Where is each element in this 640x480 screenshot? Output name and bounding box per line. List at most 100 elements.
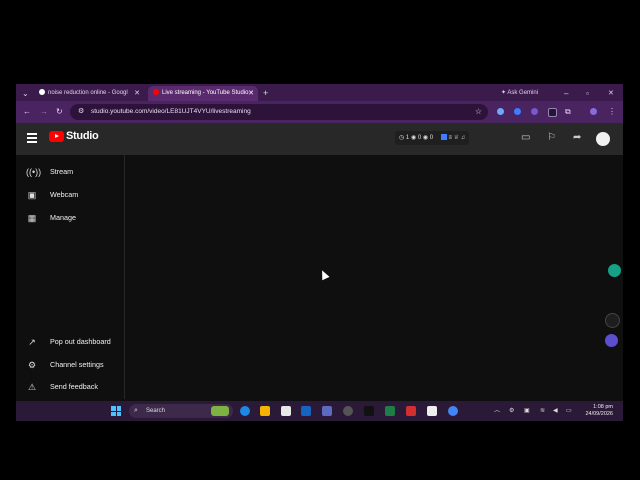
tab-close-icon[interactable]: ✕ (134, 86, 140, 101)
volume-icon[interactable]: ◀ (553, 404, 558, 418)
settings-app-icon[interactable] (343, 406, 353, 416)
profile-avatar-icon[interactable] (590, 108, 597, 115)
tiktok-icon[interactable] (364, 406, 374, 416)
taskbar-clock[interactable]: 1:08 pm 24/09/2026 (583, 404, 613, 418)
sidebar-item-label: Stream (50, 167, 74, 176)
tab-title: noise reduction online - Googl (48, 90, 128, 96)
google-favicon-icon (39, 89, 45, 96)
tab-search-chevron-icon[interactable]: ⌄ (22, 86, 29, 101)
bookmark-icon[interactable]: ⚐ (547, 131, 556, 145)
sidebar-item-stream[interactable]: ((•)) Stream (16, 163, 124, 181)
wps-icon[interactable] (406, 406, 416, 416)
search-placeholder: Search (146, 408, 166, 414)
sidebar-item-send-feedback[interactable]: ⚠ Send feedback (16, 378, 124, 396)
tray-chevron-icon[interactable]: ︿ (494, 404, 500, 418)
edge-icon[interactable] (240, 406, 250, 416)
channel-avatar[interactable] (596, 132, 610, 146)
tools-widget-icon[interactable] (605, 313, 620, 328)
extension-icon[interactable] (514, 108, 521, 115)
site-info-icon[interactable]: ⚙ (78, 104, 84, 120)
broadcast-icon: ((•)) (26, 167, 42, 177)
url-text: studio.youtube.com/video/LE81UJT4VYU/liv… (91, 108, 251, 115)
mail-icon[interactable] (301, 406, 311, 416)
browser-window: ⌄ noise reduction online - Googl ✕ Live … (16, 84, 623, 421)
bookmark-star-icon[interactable]: ☆ (475, 104, 482, 120)
tray-icon[interactable]: ⚙ (509, 404, 514, 418)
clock-date: 24/09/2026 (585, 411, 613, 417)
studio-sidebar: ((•)) Stream ▣ Webcam ▦ Manage ↗ Pop out… (16, 155, 125, 399)
sidebar-item-webcam[interactable]: ▣ Webcam (16, 186, 124, 204)
chrome-icon[interactable] (448, 406, 458, 416)
trophy-icon: ♕ (453, 135, 460, 141)
extension-icon[interactable] (548, 108, 557, 117)
windows-taskbar: ⌕ Search ︿ ⚙ ▣ ≋ ◀ ▭ 1:08 pm 24/09/2026 (16, 401, 623, 421)
gear-icon: ⚙ (27, 360, 37, 370)
search-highlight-icon (211, 406, 229, 416)
teams-icon[interactable] (322, 406, 332, 416)
sidebar-item-label: Manage (50, 213, 76, 222)
excel-icon[interactable] (385, 406, 395, 416)
eye-icon: ◉ (410, 135, 417, 141)
extension-icon[interactable] (497, 108, 504, 115)
gemini-button[interactable]: ✦ Ask Gemini (501, 86, 538, 101)
bars-icon: ≡ (448, 135, 452, 141)
close-window-icon[interactable]: ✕ (608, 86, 614, 101)
extensions-puzzle-icon[interactable]: ⧉ (565, 105, 571, 119)
tray-icon[interactable]: ▣ (524, 404, 530, 418)
sidebar-item-label: Channel settings (50, 360, 104, 369)
studio-header: Studio ◷ 1 ◉ 0 ◉ 0 ≡ ♕ ♫ ▭ ⚐ ➦ (16, 123, 623, 155)
minimize-icon[interactable]: – (564, 86, 568, 101)
main-content (125, 155, 623, 399)
clock-time: 1:08 pm (593, 404, 613, 410)
store-icon[interactable] (281, 406, 291, 416)
windows-start-icon[interactable] (111, 406, 121, 416)
stat-views: 0 (417, 135, 422, 141)
stream-stats: ◷ 1 ◉ 0 ◉ 0 ≡ ♕ ♫ (395, 131, 470, 145)
address-bar-row: ← → ↻ ⚙ studio.youtube.com/video/LE81UJT… (16, 101, 623, 123)
sidebar-item-pop-out[interactable]: ↗ Pop out dashboard (16, 333, 124, 351)
tab-title: Live streaming - YouTube Studio (162, 90, 249, 96)
reload-icon[interactable]: ↻ (56, 105, 63, 119)
assistant-widget-icon[interactable] (605, 334, 618, 347)
clock-icon: ◷ (399, 135, 405, 141)
restore-icon[interactable]: ▫ (586, 86, 589, 101)
extension-icon[interactable] (531, 108, 538, 115)
quality-icon (440, 134, 447, 141)
webcam-icon: ▣ (27, 190, 37, 200)
sidebar-item-label: Pop out dashboard (50, 337, 111, 346)
tab-strip: ⌄ noise reduction online - Googl ✕ Live … (16, 84, 623, 101)
tab-noise-reduction[interactable]: noise reduction online - Googl ✕ (34, 86, 144, 101)
file-explorer-icon[interactable] (260, 406, 270, 416)
omnibox[interactable]: ⚙ studio.youtube.com/video/LE81UJT4VYU/l… (70, 104, 488, 120)
share-icon[interactable]: ➦ (573, 131, 581, 145)
stat-comments: 1 (405, 135, 410, 141)
studio-logo-text[interactable]: Studio (66, 130, 99, 142)
sidebar-item-label: Webcam (50, 190, 79, 199)
sidebar-item-manage[interactable]: ▦ Manage (16, 209, 124, 227)
feedback-icon: ⚠ (27, 382, 37, 392)
youtube-favicon-icon (153, 89, 159, 96)
sidebar-item-label: Send feedback (50, 382, 98, 391)
grammar-widget-icon[interactable] (608, 264, 621, 277)
eye-icon: ◉ (422, 135, 429, 141)
calendar-icon: ▦ (27, 213, 37, 223)
new-tab-icon[interactable]: + (263, 86, 268, 101)
forward-icon[interactable]: → (40, 105, 48, 119)
tab-live-streaming[interactable]: Live streaming - YouTube Studio ✕ (148, 86, 258, 101)
browser-menu-icon[interactable]: ⋮ (608, 105, 616, 119)
battery-icon[interactable]: ▭ (566, 404, 572, 418)
search-icon: ⌕ (134, 407, 138, 414)
tab-close-icon[interactable]: ✕ (248, 86, 254, 101)
wifi-icon[interactable]: ≋ (540, 404, 545, 418)
app-icon[interactable] (427, 406, 437, 416)
bell-icon: ♫ (460, 135, 466, 141)
back-icon[interactable]: ← (23, 105, 31, 119)
arrow-out-icon: ↗ (28, 337, 36, 347)
youtube-logo-icon[interactable] (49, 131, 64, 142)
stat-concurrent: 0 (429, 135, 434, 141)
sidebar-item-channel-settings[interactable]: ⚙ Channel settings (16, 356, 124, 374)
clapper-icon[interactable]: ▭ (521, 131, 530, 145)
taskbar-search[interactable]: ⌕ Search (129, 404, 233, 418)
gemini-label: Ask Gemini (507, 90, 539, 96)
hamburger-menu-icon[interactable] (27, 133, 37, 145)
